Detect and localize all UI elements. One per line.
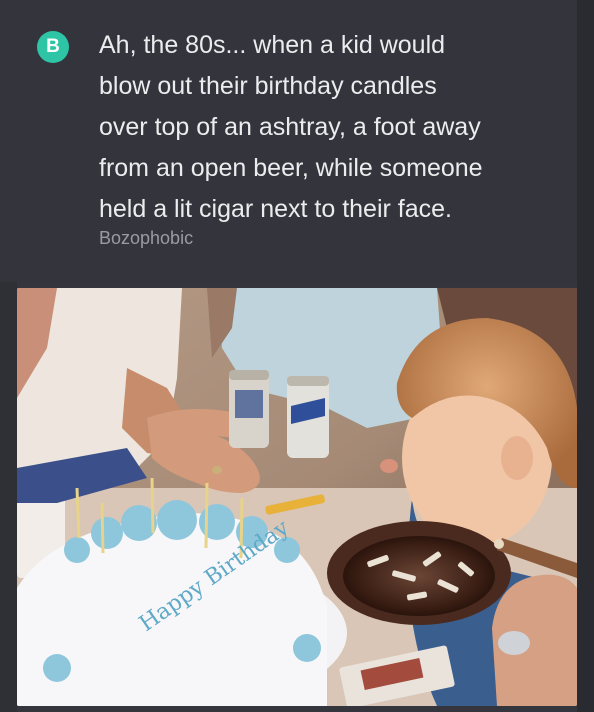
post-line-2: blow out their birthday candles	[99, 72, 437, 100]
author-avatar-badge[interactable]: B	[37, 31, 69, 63]
author-name[interactable]: Bozophobic	[99, 228, 193, 249]
post-body-text: Ah, the 80s... when a kid would blow out…	[99, 25, 569, 230]
post-card: B Ah, the 80s... when a kid would blow o…	[0, 0, 594, 712]
cigar-tip	[494, 539, 504, 549]
post-line-3: over top of an ashtray, a foot away	[99, 113, 481, 141]
beer-can-1-top	[229, 370, 269, 380]
frame-right-edge	[577, 0, 594, 712]
boy-lips	[380, 459, 398, 473]
post-line-5: held a lit cigar next to their face.	[99, 195, 452, 223]
beer-can-1-label	[235, 390, 263, 418]
ring	[212, 466, 222, 474]
birthday-photo-illustration: Happy Birthday	[17, 288, 577, 706]
frame-left-edge	[0, 282, 17, 712]
post-line-4: from an open beer, while someone	[99, 154, 483, 182]
boy-ear	[501, 436, 533, 480]
post-photo[interactable]: Happy Birthday	[17, 288, 577, 706]
post-header: B Ah, the 80s... when a kid would blow o…	[0, 0, 594, 282]
right-hand-ring	[498, 631, 530, 655]
ashtray-bowl	[343, 536, 495, 616]
beer-can-2-top	[287, 376, 329, 386]
post-line-1: Ah, the 80s... when a kid would	[99, 31, 446, 59]
